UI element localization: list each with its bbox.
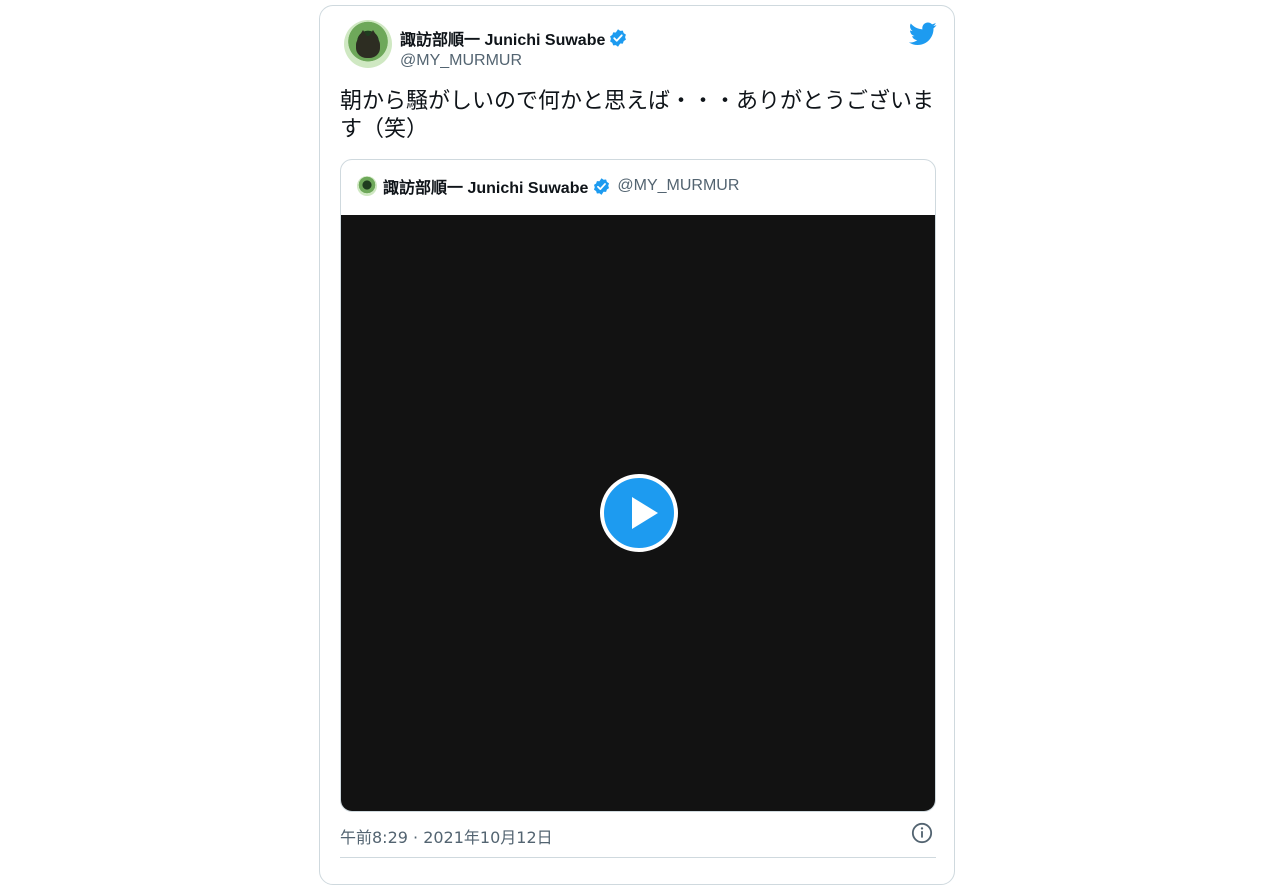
verified-badge-icon [594, 177, 610, 195]
verified-badge-icon [610, 29, 627, 47]
quoted-author-avatar[interactable] [357, 176, 377, 196]
tweet-timestamp[interactable]: 午前8:29 · 2021年10月12日 [340, 824, 553, 848]
quoted-author-name[interactable]: 諏訪部順一 Junichi Suwabe [383, 174, 588, 198]
video-player[interactable] [341, 215, 935, 811]
twitter-bird-icon[interactable] [909, 22, 937, 46]
quoted-tweet-header[interactable]: 諏訪部順一 Junichi Suwabe @MY_MURMUR [357, 175, 739, 197]
divider [340, 857, 936, 858]
play-icon[interactable] [600, 474, 678, 552]
quoted-tweet[interactable]: 諏訪部順一 Junichi Suwabe @MY_MURMUR [340, 159, 936, 812]
info-icon[interactable] [911, 822, 933, 844]
author-name-row[interactable]: 諏訪部順一 Junichi Suwabe [400, 27, 628, 49]
author-handle[interactable]: @MY_MURMUR [400, 52, 522, 70]
avatar-dog-image [356, 30, 380, 58]
tweet-card[interactable]: 諏訪部順一 Junichi Suwabe @MY_MURMUR 朝から騒がしいの… [319, 5, 955, 885]
author-avatar[interactable] [344, 20, 392, 68]
author-name[interactable]: 諏訪部順一 Junichi Suwabe [400, 26, 605, 50]
quoted-author-handle[interactable]: @MY_MURMUR [617, 177, 739, 195]
tweet-text: 朝から騒がしいので何かと思えば・・・ありがとうございます（笑） [340, 89, 935, 142]
